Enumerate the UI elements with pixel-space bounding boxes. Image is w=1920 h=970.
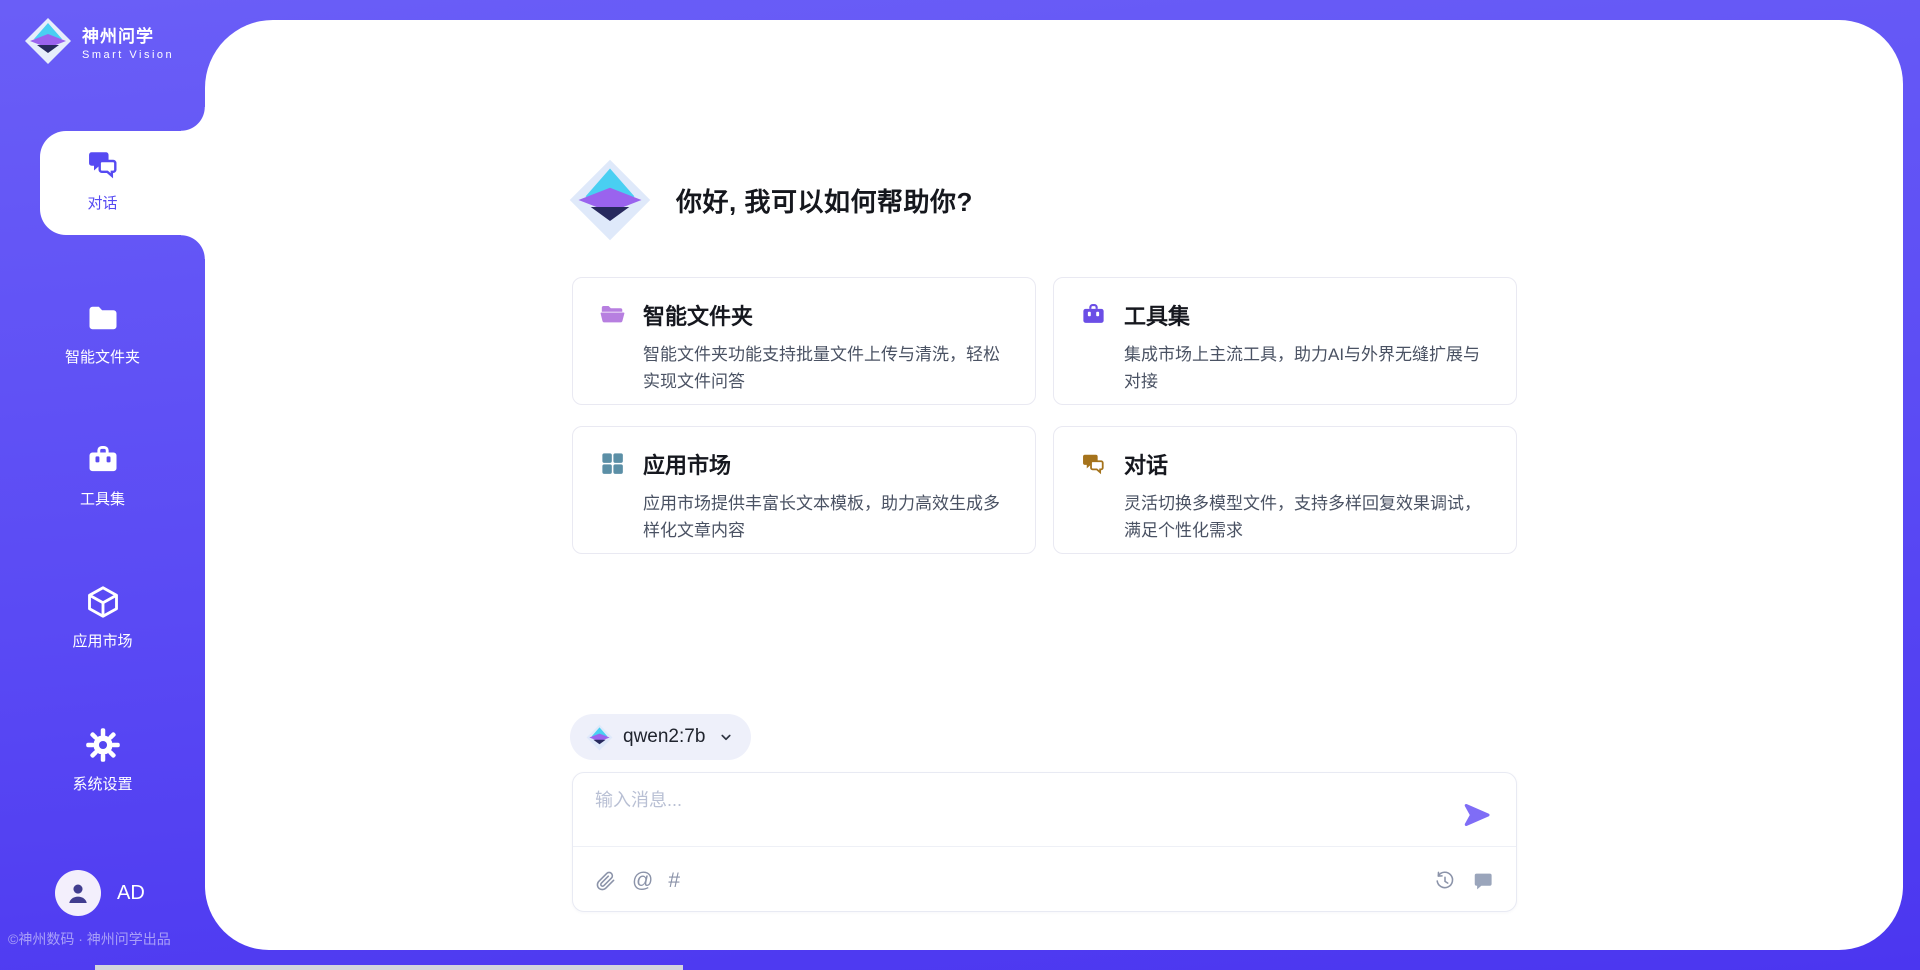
person-icon (64, 879, 92, 907)
hash-topic-button[interactable]: # (668, 870, 680, 892)
avatar (55, 870, 101, 916)
mention-button[interactable]: @ (632, 870, 653, 892)
send-button[interactable] (1462, 800, 1492, 830)
greeting-header: 你好, 我可以如何帮助你? (568, 158, 973, 242)
model-name: qwen2:7b (623, 726, 705, 748)
message-input[interactable] (595, 786, 1445, 842)
card-description: 智能文件夹功能支持批量文件上传与清洗，轻松实现文件问答 (643, 341, 1011, 395)
user-profile[interactable]: AD (55, 870, 145, 916)
sidebar-item-label: 工具集 (0, 488, 205, 509)
grid-icon (599, 450, 626, 477)
briefcase-icon (1080, 301, 1107, 328)
composer-tools-left: @ # (595, 870, 680, 892)
app-name: 神州问学 (82, 22, 174, 47)
sidebar-item-smart-folder[interactable]: 智能文件夹 (0, 300, 205, 367)
user-name: AD (117, 882, 145, 905)
diamond-logo-icon (586, 724, 613, 751)
history-button[interactable] (1434, 870, 1456, 892)
horizontal-scrollbar[interactable] (95, 965, 683, 970)
cube-icon (85, 584, 121, 620)
card-title: 智能文件夹 (643, 299, 1011, 331)
card-description: 集成市场上主流工具，助力AI与外界无缝扩展与对接 (1124, 341, 1492, 395)
composer-tools-right (1434, 870, 1494, 892)
chevron-down-icon (717, 728, 735, 746)
paperclip-icon (595, 870, 617, 892)
greeting-text: 你好, 我可以如何帮助你? (676, 182, 973, 219)
sidebar-item-label: 系统设置 (0, 773, 205, 794)
sidebar-item-app-market[interactable]: 应用市场 (0, 584, 205, 651)
card-smart-folder[interactable]: 智能文件夹 智能文件夹功能支持批量文件上传与清洗，轻松实现文件问答 (572, 277, 1036, 405)
composer-divider (573, 846, 1516, 847)
diamond-logo-icon (24, 17, 72, 65)
sidebar-item-chat[interactable]: 对话 (0, 146, 205, 213)
card-title: 对话 (1124, 448, 1492, 480)
model-selector[interactable]: qwen2:7b (570, 714, 751, 760)
app-subtitle: Smart Vision (82, 49, 174, 61)
card-toolset[interactable]: 工具集 集成市场上主流工具，助力AI与外界无缝扩展与对接 (1053, 277, 1517, 405)
app-logo: 神州问学 Smart Vision (24, 17, 174, 65)
sidebar-item-settings[interactable]: 系统设置 (0, 727, 205, 794)
sidebar-item-label: 智能文件夹 (0, 346, 205, 367)
gear-icon (85, 727, 121, 763)
briefcase-icon (85, 442, 121, 478)
diamond-logo-icon (568, 158, 652, 242)
sidebar-item-label: 对话 (0, 192, 205, 213)
feedback-button[interactable] (1472, 870, 1494, 892)
feedback-icon (1472, 870, 1494, 892)
card-description: 灵活切换多模型文件，支持多样回复效果调试，满足个性化需求 (1124, 490, 1492, 544)
active-tab-curve-bottom (181, 235, 205, 259)
card-app-market[interactable]: 应用市场 应用市场提供丰富长文本模板，助力高效生成多样化文章内容 (572, 426, 1036, 554)
card-description: 应用市场提供丰富长文本模板，助力高效生成多样化文章内容 (643, 490, 1011, 544)
sidebar-item-label: 应用市场 (0, 630, 205, 651)
attach-file-button[interactable] (595, 870, 617, 892)
history-icon (1434, 870, 1456, 892)
folder-icon (85, 300, 121, 336)
folder-open-icon (599, 301, 626, 328)
sidebar-item-toolset[interactable]: 工具集 (0, 442, 205, 509)
chat-bubbles-icon (1080, 450, 1107, 477)
message-composer: @ # (572, 772, 1517, 912)
shortcut-cards: 智能文件夹 智能文件夹功能支持批量文件上传与清洗，轻松实现文件问答 工具集 集成… (572, 277, 1517, 554)
chat-bubbles-icon (85, 146, 121, 182)
card-title: 工具集 (1124, 299, 1492, 331)
send-icon (1462, 800, 1492, 830)
card-chat[interactable]: 对话 灵活切换多模型文件，支持多样回复效果调试，满足个性化需求 (1053, 426, 1517, 554)
active-tab-curve-top (181, 107, 205, 131)
copyright-text: ©神州数码 · 神州问学出品 (8, 929, 171, 949)
card-title: 应用市场 (643, 448, 1011, 480)
